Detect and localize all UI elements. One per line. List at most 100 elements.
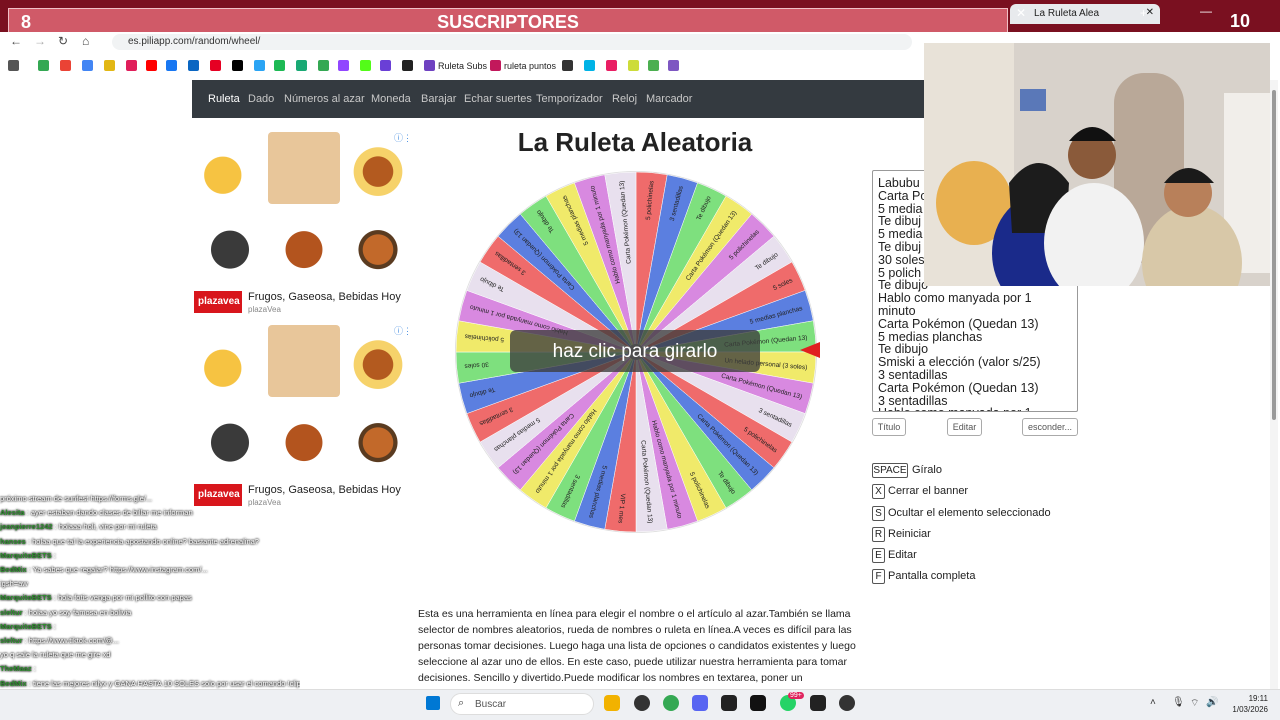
bookmark-icon[interactable] xyxy=(274,60,285,71)
ad-image xyxy=(342,403,414,475)
microphone-icon[interactable]: 🎙 xyxy=(1172,697,1185,708)
tiktok-icon[interactable] xyxy=(232,60,243,71)
key-s: S xyxy=(872,506,885,521)
notification-badge: 99+ xyxy=(788,692,804,699)
minimize-icon[interactable]: — xyxy=(1200,4,1212,18)
discord-icon[interactable] xyxy=(692,695,708,711)
ad-info-icon[interactable]: ⓘ⋮ xyxy=(394,131,412,144)
chat-text: próximo stream de sunfest https://forms.… xyxy=(0,494,153,503)
download-icon[interactable] xyxy=(380,60,391,71)
drive-icon[interactable] xyxy=(38,60,49,71)
chevron-up-icon[interactable]: ˄ xyxy=(1150,697,1156,708)
wifi-icon[interactable]: ⌔ xyxy=(1190,697,1199,710)
name-entry: Carta Pokémon (Quedan 13) xyxy=(878,316,1039,331)
twitch-icon[interactable] xyxy=(338,60,349,71)
chat-text: tiene las mejores nilyx y GANA HASTA 10 … xyxy=(32,678,300,688)
close-tab-icon-left[interactable]: ✕ xyxy=(1016,6,1026,20)
page-scrollbar[interactable] xyxy=(1270,80,1278,690)
reload-icon[interactable]: ↻ xyxy=(58,34,68,48)
bookmark-icon[interactable] xyxy=(188,60,199,71)
slack-icon[interactable] xyxy=(126,60,137,71)
ad-source: plazaVea xyxy=(248,305,281,314)
windows-start-icon[interactable] xyxy=(426,696,440,710)
name-entry: minuto xyxy=(878,303,916,318)
chrome-icon[interactable] xyxy=(663,695,679,711)
bookmark-ruleta-subs[interactable]: Ruleta Subs xyxy=(438,61,487,71)
bookmark-icon[interactable] xyxy=(254,60,265,71)
chat-username: Alesita xyxy=(0,508,25,518)
ad-info-icon[interactable]: ⓘ⋮ xyxy=(394,324,412,337)
new-tab-icon[interactable]: + xyxy=(1140,6,1147,20)
key-space: SPACE xyxy=(872,463,908,478)
nav-moneda[interactable]: Moneda xyxy=(371,93,411,105)
key-f: F xyxy=(872,569,885,584)
bookmark-icon[interactable] xyxy=(490,60,501,71)
bookmark-icon[interactable] xyxy=(296,60,307,71)
nav-ruleta[interactable]: Ruleta xyxy=(208,93,240,105)
ad-image xyxy=(194,132,266,204)
bookmark-icon[interactable] xyxy=(402,60,413,71)
ad-image xyxy=(342,210,414,282)
bookmark-icon[interactable] xyxy=(648,60,659,71)
nav-dado[interactable]: Dado xyxy=(248,93,274,105)
ad-banner[interactable]: plazavea Frugos, Gaseosa, Bebidas Hoy pl… xyxy=(192,321,416,511)
bookmark-icon[interactable] xyxy=(424,60,435,71)
title-button[interactable]: Título xyxy=(872,418,906,436)
youtube-icon[interactable] xyxy=(146,60,157,71)
forward-icon[interactable]: → xyxy=(34,34,46,48)
bookmark-icon[interactable] xyxy=(668,60,679,71)
bookmark-ruleta-puntos[interactable]: ruleta puntos xyxy=(504,61,556,71)
edit-button[interactable]: Editar xyxy=(947,418,982,436)
bookmark-icon[interactable] xyxy=(562,60,573,71)
ad-image xyxy=(194,210,266,282)
app-icon[interactable] xyxy=(721,695,737,711)
search-icon: ⌕ xyxy=(458,697,465,709)
nav-numeros[interactable]: Números al azar xyxy=(284,93,365,105)
chat-message: igsh=aw xyxy=(0,577,300,591)
kick-icon[interactable] xyxy=(360,60,371,71)
file-explorer-icon[interactable] xyxy=(604,695,620,711)
url-field[interactable]: es.piliapp.com/random/wheel/ xyxy=(112,34,912,50)
apps-icon[interactable] xyxy=(8,60,19,71)
ad-image xyxy=(194,403,266,475)
nav-barajar[interactable]: Barajar xyxy=(421,93,456,105)
back-icon[interactable]: ← xyxy=(10,34,22,48)
volume-icon[interactable]: 🔊 xyxy=(1206,697,1218,708)
app-icon[interactable] xyxy=(810,695,826,711)
pinterest-icon[interactable] xyxy=(210,60,221,71)
spin-button[interactable]: haz clic para girarlo xyxy=(510,330,760,372)
chat-message: sleltur : https://www.tiktok.com/@... xyxy=(0,636,119,646)
bookmark-icon[interactable] xyxy=(628,60,639,71)
hide-button[interactable]: esconder... xyxy=(1022,418,1078,436)
facebook-icon[interactable] xyxy=(166,60,177,71)
notion-icon[interactable] xyxy=(750,695,766,711)
nav-temporizador[interactable]: Temporizador xyxy=(536,93,603,105)
bookmark-icon[interactable] xyxy=(82,60,93,71)
taskbar-search[interactable]: Buscar xyxy=(450,693,594,715)
ad-image xyxy=(194,325,266,397)
nav-reloj[interactable]: Reloj xyxy=(612,93,637,105)
chat-message: próximo stream de sunfest https://forms.… xyxy=(0,492,300,506)
ad-banner[interactable]: plazavea Frugos, Gaseosa, Bebidas Hoy pl… xyxy=(192,128,416,318)
ad-title[interactable]: Frugos, Gaseosa, Bebidas Hoy xyxy=(248,291,401,303)
chat-text: hola fotis venga por mi pollito con papa… xyxy=(57,593,192,603)
name-entry: 3 sentadillas xyxy=(878,367,948,382)
app-icon[interactable] xyxy=(634,695,650,711)
taskbar-clock[interactable]: 19:11 1/03/2026 xyxy=(1222,693,1268,715)
bookmark-icon[interactable] xyxy=(606,60,617,71)
bookmark-icon[interactable] xyxy=(584,60,595,71)
bookmark-icon[interactable] xyxy=(104,60,115,71)
obs-icon[interactable] xyxy=(839,695,855,711)
scrollbar-thumb[interactable] xyxy=(1272,90,1276,420)
browser-tab[interactable]: La Ruleta Alea ✕ xyxy=(1010,4,1160,24)
description-text: Esta es una herramienta en línea para el… xyxy=(418,608,856,684)
nav-marcador[interactable]: Marcador xyxy=(646,93,692,105)
chat-message: hanses : holaa que tal la experiencia ap… xyxy=(0,536,259,546)
plazavea-logo: plazavea xyxy=(194,291,242,313)
home-icon[interactable]: ⌂ xyxy=(82,34,89,48)
gmail-icon[interactable] xyxy=(60,60,71,71)
chat-message: MarquitoBETS : xyxy=(0,550,56,560)
nav-echar-suertes[interactable]: Echar suertes xyxy=(464,93,532,105)
maps-icon[interactable] xyxy=(318,60,329,71)
key-e: E xyxy=(872,548,885,563)
